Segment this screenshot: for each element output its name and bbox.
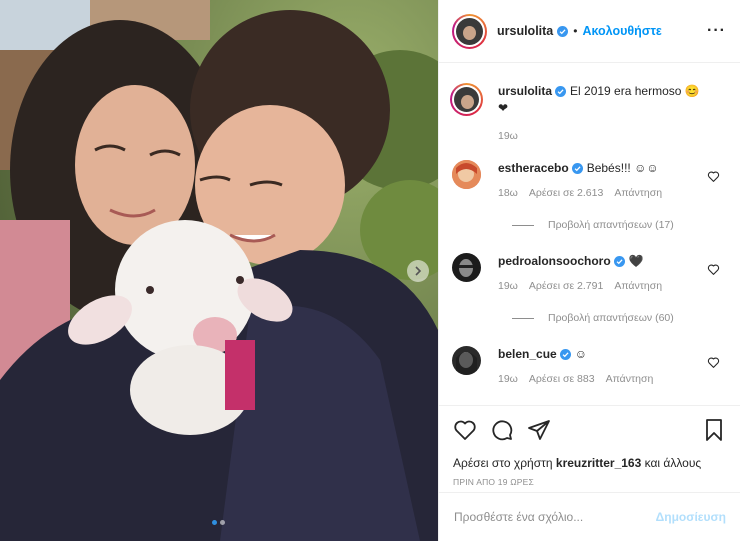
comment-time[interactable]: 18ω (498, 187, 518, 199)
view-replies-label: Προβολή απαντήσεων (17) (548, 219, 674, 231)
add-comment-bar: Δημοσίευση (439, 492, 740, 541)
author-avatar[interactable] (452, 13, 487, 49)
comment-username[interactable]: estheracebo (498, 161, 569, 175)
verified-badge-icon (559, 349, 571, 361)
comment-item: estheracebo Bebés!!! ☺☺ 18ω Αρέσει σε 2.6… (452, 160, 740, 199)
liker-username[interactable]: kreuzritter_163 (556, 456, 641, 470)
post-side-panel: ursulolita • Ακολουθήστε ··· ursulolita E… (438, 0, 740, 541)
caption-time[interactable]: 19ω (498, 130, 518, 142)
author-username[interactable]: ursulolita (497, 24, 553, 38)
carousel-dot (220, 520, 225, 525)
comment-item: belen_cue ☺ 19ω Αρέσει σε 883 Απάντηση (452, 346, 740, 385)
separator-dot: • (573, 24, 578, 38)
reply-button[interactable]: Απάντηση (614, 187, 662, 199)
comment-text: Bebés!!! ☺☺ (586, 161, 659, 175)
comments-list: ursulolita El 2019 era hermoso 😊❤ 19ω est… (439, 63, 740, 405)
caption-username[interactable]: ursulolita (498, 84, 552, 98)
share-paper-plane-icon[interactable] (527, 418, 551, 442)
like-comment-icon[interactable] (707, 170, 720, 183)
comment-item: pedroalonsoochoro 🖤 19ω Αρέσει σε 2.791 Α… (452, 253, 740, 292)
likes-summary[interactable]: Αρέσει στο χρήστη kreuzritter_163 και άλ… (453, 456, 726, 470)
reply-button[interactable]: Απάντηση (614, 280, 662, 292)
post-actions: Αρέσει στο χρήστη kreuzritter_163 και άλ… (439, 405, 740, 495)
commenter-avatar[interactable] (452, 346, 481, 375)
verified-badge-icon (557, 25, 569, 37)
comment-text: ☺ (574, 347, 587, 361)
view-replies-button[interactable]: Προβολή απαντήσεων (17) (512, 219, 740, 231)
commenter-avatar[interactable] (452, 160, 481, 189)
likes-suffix[interactable]: και άλλους (645, 456, 702, 470)
likes-prefix: Αρέσει στο χρήστη (453, 456, 553, 470)
post-photo[interactable] (0, 0, 438, 541)
view-replies-label: Προβολή απαντήσεων (60) (548, 312, 674, 324)
follow-button[interactable]: Ακολουθήστε (582, 24, 661, 38)
reply-button[interactable]: Απάντηση (606, 373, 654, 385)
carousel-indicator (212, 520, 225, 525)
comment-input[interactable] (454, 510, 656, 524)
verified-badge-icon (555, 86, 567, 98)
comment-time[interactable]: 19ω (498, 373, 518, 385)
carousel-dot-active (212, 520, 217, 525)
comment-bubble-icon[interactable] (490, 418, 514, 442)
next-slide-button[interactable] (407, 260, 429, 282)
comment-likes[interactable]: Αρέσει σε 2.791 (529, 280, 603, 292)
verified-badge-icon (613, 256, 625, 268)
save-bookmark-icon[interactable] (702, 418, 726, 442)
verified-badge-icon (571, 163, 583, 175)
comment-text: 🖤 (628, 254, 644, 268)
comment-username[interactable]: belen_cue (498, 347, 557, 361)
view-replies-button[interactable]: Προβολή απαντήσεων (60) (512, 312, 740, 324)
like-comment-icon[interactable] (707, 263, 720, 276)
commenter-avatar[interactable] (452, 253, 481, 282)
replies-divider (512, 224, 534, 226)
publish-button[interactable]: Δημοσίευση (656, 510, 726, 524)
comment-likes[interactable]: Αρέσει σε 2.613 (529, 187, 603, 199)
like-heart-icon[interactable] (453, 418, 477, 442)
post-image (0, 0, 438, 541)
chevron-right-icon (415, 266, 422, 276)
replies-divider (512, 317, 534, 319)
caption: ursulolita El 2019 era hermoso 😊❤ 19ω (450, 83, 740, 142)
comment-time[interactable]: 19ω (498, 280, 518, 292)
post-header: ursulolita • Ακολουθήστε ··· (439, 0, 740, 63)
caption-avatar[interactable] (450, 83, 483, 116)
more-options-icon[interactable]: ··· (707, 22, 726, 40)
comment-likes[interactable]: Αρέσει σε 883 (529, 373, 595, 385)
post-timestamp[interactable]: ΠΡΙΝ ΑΠΟ 19 ΩΡΕΣ (453, 477, 726, 487)
like-comment-icon[interactable] (707, 356, 720, 369)
comment-username[interactable]: pedroalonsoochoro (498, 254, 611, 268)
